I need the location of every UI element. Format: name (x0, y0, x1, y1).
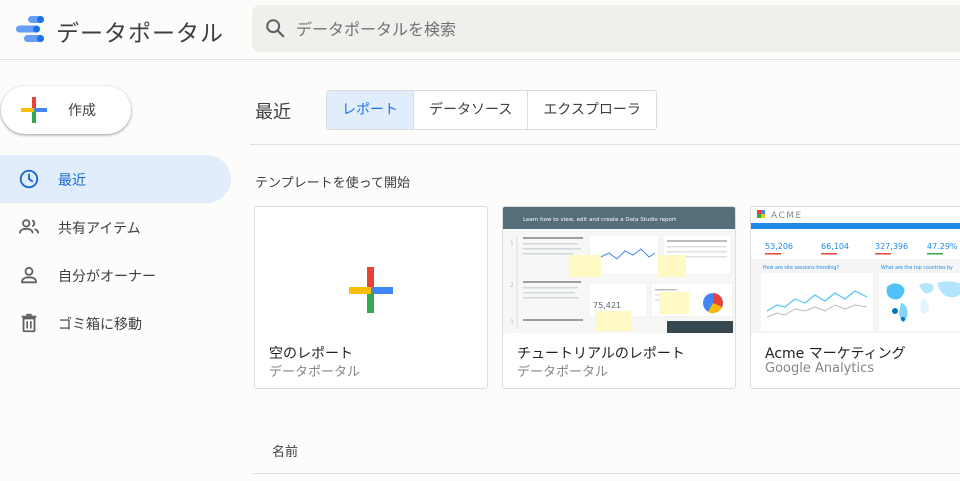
divider (252, 473, 960, 474)
tab-explorer[interactable]: エクスプローラ (527, 91, 656, 129)
template-thumbnail (255, 207, 487, 333)
template-thumbnail: ACME 53,206 66,104 327,396 47.29% How ar… (751, 207, 960, 333)
acme-chart-title: How are site sessions trending? (763, 265, 839, 271)
template-source: Google Analytics (765, 361, 875, 376)
acme-metric: 327,396 (875, 242, 908, 251)
sidebar-item-label: 共有アイテム (58, 221, 141, 237)
data-studio-logo-icon[interactable] (14, 14, 46, 44)
sidebar-item-label: 自分がオーナー (58, 269, 156, 285)
tutorial-thumbnail-graphic: Learn how to view, edit and create a Dat… (503, 207, 735, 333)
template-source: データポータル (517, 365, 609, 380)
sidebar-item-trash[interactable]: ゴミ箱に移動 (0, 299, 231, 347)
acme-map-title: What are the top countries by (881, 265, 953, 271)
search-input[interactable] (296, 15, 896, 43)
top-bar: データポータル (0, 0, 960, 60)
sidebar-item-recent[interactable]: 最近 (0, 155, 231, 203)
template-name: 空のレポート (269, 346, 353, 362)
svg-text:3: 3 (510, 319, 514, 326)
tab-data-sources[interactable]: データソース (413, 91, 528, 129)
acme-metric: 47.29% (927, 242, 958, 251)
divider (250, 144, 960, 145)
thumbnail-banner-text: Learn how to view, edit and create a Dat… (523, 217, 677, 223)
search-icon (266, 19, 285, 38)
sidebar-item-owned[interactable]: 自分がオーナー (0, 251, 231, 299)
sidebar-item-label: 最近 (58, 173, 86, 189)
sidebar-item-label: ゴミ箱に移動 (58, 317, 142, 333)
template-card-blank[interactable]: 空のレポート データポータル (254, 206, 488, 389)
create-button[interactable]: 作成 (1, 86, 131, 134)
page-title: 最近 (255, 102, 291, 123)
template-name: Acme マーケティング (765, 346, 906, 362)
trash-icon (21, 313, 37, 333)
column-header-name[interactable]: 名前 (272, 441, 298, 460)
svg-text:2: 2 (510, 282, 514, 289)
sidebar-item-shared[interactable]: 共有アイテム (0, 203, 231, 251)
acme-metric: 66,104 (821, 242, 849, 251)
person-icon (21, 266, 37, 284)
tab-reports[interactable]: レポート (327, 91, 413, 129)
svg-text:1: 1 (510, 240, 514, 247)
clock-icon (19, 169, 39, 189)
template-source: データポータル (269, 365, 361, 380)
colorful-plus-icon (21, 97, 47, 123)
people-icon (18, 219, 40, 234)
search-bar[interactable] (252, 5, 960, 52)
acme-metric: 53,206 (765, 242, 793, 251)
template-card-tutorial[interactable]: Learn how to view, edit and create a Dat… (502, 206, 736, 389)
acme-thumbnail-graphic: ACME 53,206 66,104 327,396 47.29% How ar… (751, 207, 960, 333)
acme-logo-text: ACME (771, 211, 803, 221)
colorful-plus-icon (349, 267, 393, 313)
create-label: 作成 (68, 103, 96, 119)
template-name: チュートリアルのレポート (517, 346, 685, 362)
app-title: データポータル (56, 21, 224, 47)
template-thumbnail: Learn how to view, edit and create a Dat… (503, 207, 735, 333)
templates-heading: テンプレートを使って開始 (255, 176, 410, 191)
thumbnail-metric: 75,421 (593, 301, 621, 310)
template-card-acme[interactable]: ACME 53,206 66,104 327,396 47.29% How ar… (750, 206, 960, 389)
tab-group: レポート データソース エクスプローラ (326, 90, 657, 130)
